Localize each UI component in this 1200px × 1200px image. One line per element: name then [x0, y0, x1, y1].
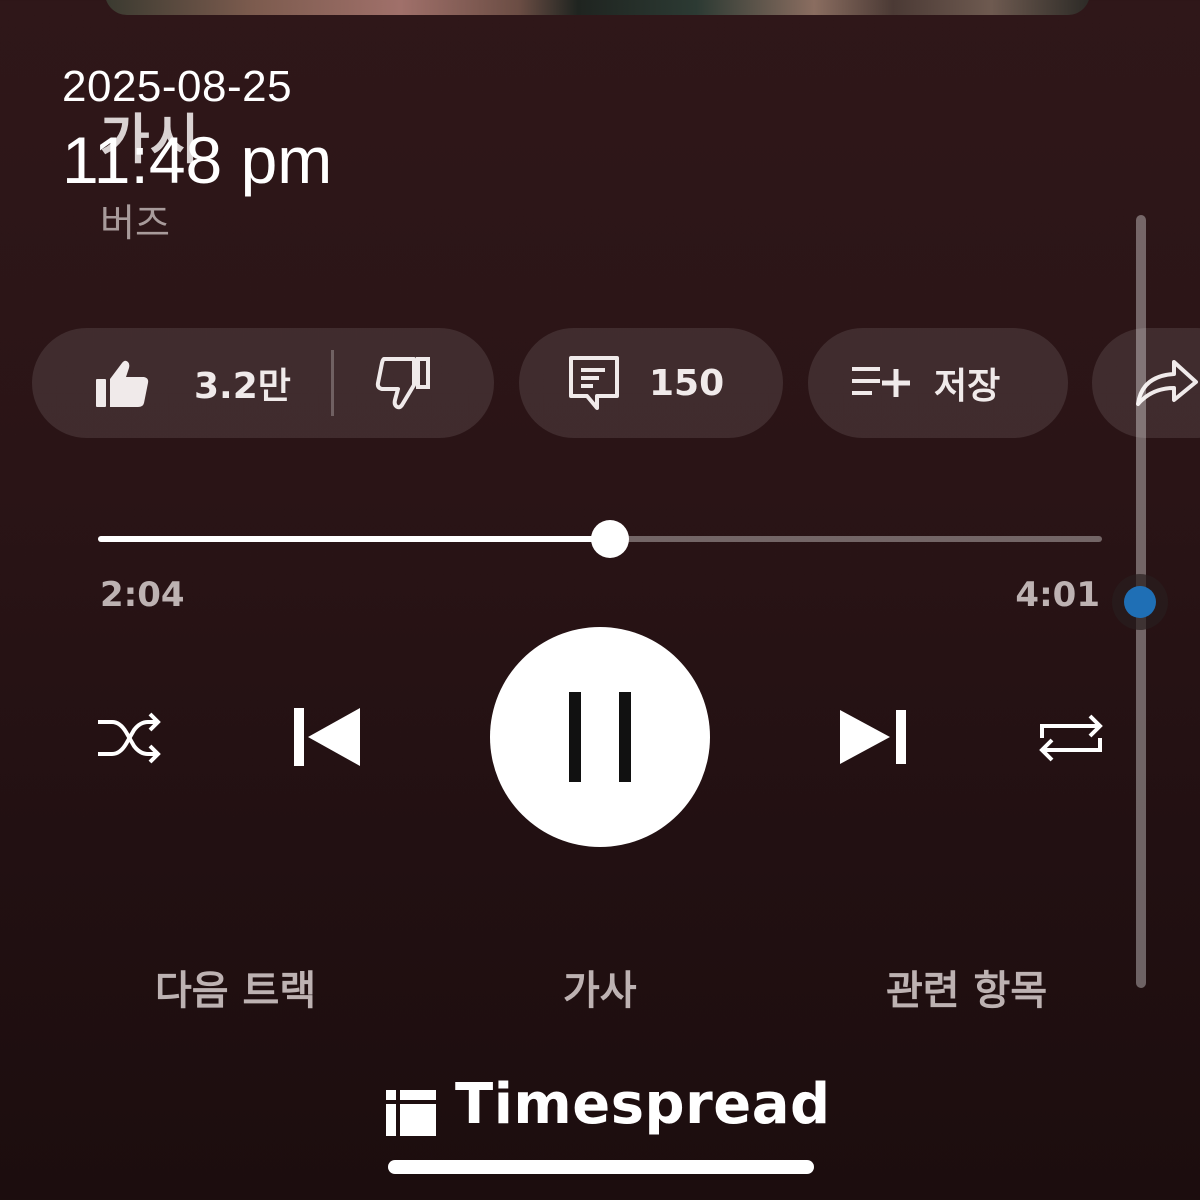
comment-icon: [567, 354, 621, 412]
progress-thumb[interactable]: [591, 520, 630, 558]
watermark-brand: Timespread: [455, 1072, 831, 1137]
total-time: 4:01: [1015, 575, 1100, 615]
skip-next-icon[interactable]: [838, 708, 908, 766]
like-count: 3.2만: [194, 366, 291, 407]
home-indicator[interactable]: [388, 1160, 814, 1174]
shuffle-icon[interactable]: [96, 708, 162, 768]
elapsed-time: 2:04: [100, 575, 185, 615]
pause-button[interactable]: [490, 627, 710, 847]
playlist-add-icon: [850, 363, 912, 403]
tab-lyrics[interactable]: 가사: [563, 958, 637, 1016]
overlay-date: 2025-08-25: [62, 62, 293, 111]
tab-up-next[interactable]: 다음 트랙: [155, 958, 316, 1016]
thumbs-up-icon[interactable]: [94, 357, 150, 409]
artist-name[interactable]: 버즈: [100, 192, 170, 247]
skip-previous-icon[interactable]: [292, 706, 362, 768]
progress-track[interactable]: [98, 520, 1102, 558]
pause-icon: [565, 692, 635, 782]
share-button[interactable]: [1092, 328, 1200, 438]
comment-count: 150: [649, 362, 725, 404]
overlay-time: 11:48 pm: [62, 123, 333, 197]
scroll-thumb[interactable]: [1124, 586, 1156, 618]
repeat-icon[interactable]: [1038, 708, 1104, 768]
album-art: [105, 0, 1090, 15]
save-label: 저장: [934, 366, 1001, 407]
timespread-logo-icon: [386, 1090, 436, 1136]
thumbs-down-icon[interactable]: [374, 355, 434, 411]
like-dislike-chip: 3.2만: [32, 328, 494, 438]
comments-button[interactable]: 150: [519, 328, 783, 438]
chip-divider: [330, 350, 334, 416]
tab-related[interactable]: 관련 항목: [886, 958, 1047, 1016]
progress-fill: [98, 536, 611, 542]
save-button[interactable]: 저장: [808, 328, 1068, 438]
